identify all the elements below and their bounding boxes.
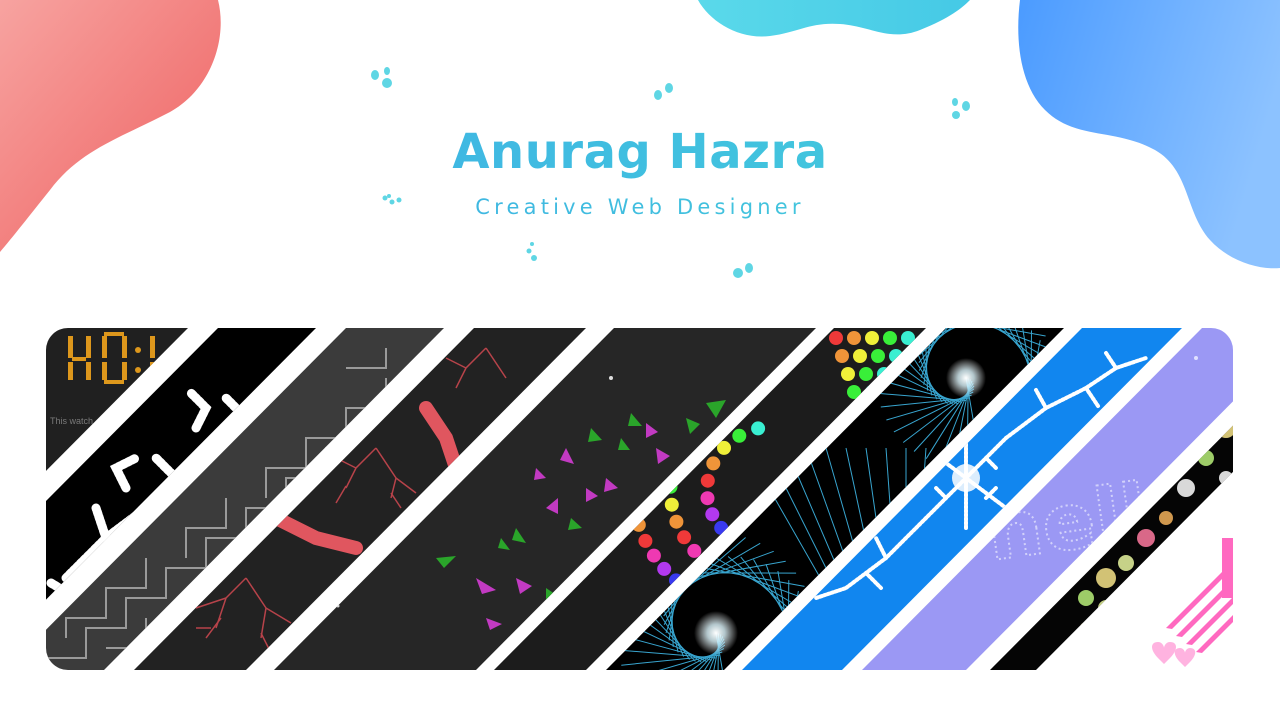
glow-particle <box>1159 511 1173 525</box>
rainbow-dot <box>853 349 867 363</box>
rainbow-dot <box>687 543 702 558</box>
designer-name: Anurag Hazra <box>0 120 1280 184</box>
rainbow-dot <box>847 331 861 345</box>
rainbow-dot <box>865 331 879 345</box>
clock-caption: This watch <box>50 416 93 426</box>
rainbow-dot <box>700 491 715 506</box>
portfolio-page: Anurag Hazra Creative Web Designer This … <box>0 0 1280 720</box>
gallery-canvas: This watch hello <box>46 328 1233 670</box>
rainbow-dot <box>669 514 684 529</box>
designer-tagline: Creative Web Designer <box>0 192 1280 222</box>
rainbow-dot <box>829 331 843 345</box>
rainbow-dot <box>871 349 885 363</box>
rainbow-dot <box>841 367 855 381</box>
dot-cluster-decoration <box>733 263 753 278</box>
rainbow-dot <box>638 533 653 548</box>
glow-particle <box>1118 555 1134 571</box>
rainbow-dot <box>700 473 715 488</box>
hero-header: Anurag Hazra Creative Web Designer <box>0 120 1280 222</box>
glow-particle <box>1137 529 1155 547</box>
rainbow-dot <box>706 456 721 471</box>
cyan-blob-decoration <box>698 0 970 37</box>
rainbow-dot <box>859 367 873 381</box>
rainbow-dot <box>705 507 720 522</box>
rainbow-dot <box>732 428 747 443</box>
projects-gallery: This watch hello <box>46 328 1233 670</box>
dot-cluster-decoration <box>526 242 537 261</box>
glow-particle <box>1078 590 1094 606</box>
rainbow-dot <box>657 561 672 576</box>
rainbow-dot <box>664 497 679 512</box>
rainbow-dot <box>751 421 766 436</box>
glow-particle <box>1096 568 1116 588</box>
dot-cluster-decoration <box>654 83 673 100</box>
rainbow-dot <box>677 530 692 545</box>
rainbow-dot <box>883 331 897 345</box>
dot-cluster-decoration <box>371 67 392 88</box>
rainbow-dot <box>646 548 661 563</box>
rainbow-dot <box>835 349 849 363</box>
glow-particle <box>1177 479 1195 497</box>
